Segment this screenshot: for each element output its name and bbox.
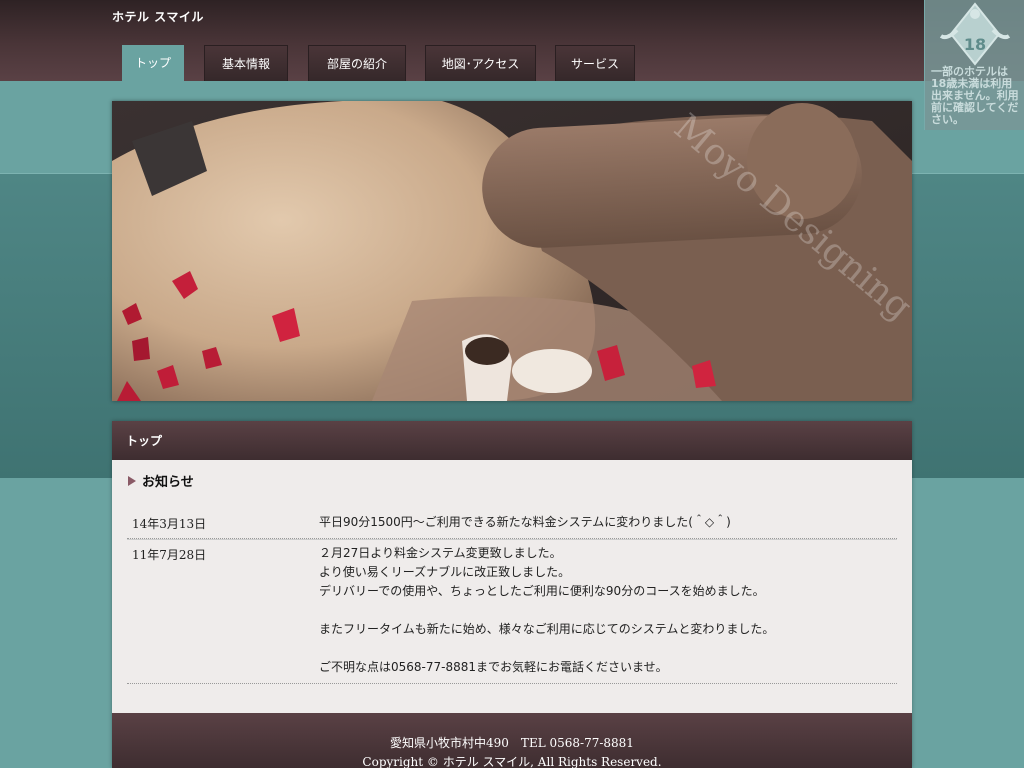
age-restriction-notice: 18 一部のホテルは18歳未満は利用出来ません。利用前に確認してください。 bbox=[924, 0, 1024, 130]
site-header: ホテル スマイル トップ 基本情報 部屋の紹介 地図･アクセス サービス bbox=[0, 0, 1024, 81]
age-notice-text: 一部のホテルは18歳未満は利用出来ません。利用前に確認してください。 bbox=[931, 65, 1019, 126]
age-badge-number: 18 bbox=[964, 35, 986, 54]
news-text: 平日90分1500円〜ご利用できる新たな料金システムに変わりました(＾◇＾) bbox=[319, 515, 731, 529]
news-line: ２月27日より料金システム変更致しました。 bbox=[319, 546, 562, 560]
news-line-blank bbox=[319, 639, 897, 658]
news-section-heading: お知らせ bbox=[128, 471, 194, 490]
news-date: 11年7月28日 bbox=[132, 548, 207, 562]
age-18-restriction-icon: 18 bbox=[939, 2, 1011, 66]
news-body: ２月27日より料金システム変更致しました。 より使い易くリーズナブルに改正致しま… bbox=[319, 540, 897, 677]
news-date: 14年3月13日 bbox=[132, 517, 207, 531]
tab-top[interactable]: トップ bbox=[122, 45, 184, 81]
site-footer: 愛知県小牧市村中490 TEL 0568-77-8881 Copyright ©… bbox=[112, 713, 912, 768]
news-line-blank bbox=[319, 601, 897, 620]
news-section-title: お知らせ bbox=[142, 475, 194, 490]
footer-copyright: Copyright © ホテル スマイル, All Rights Reserve… bbox=[362, 755, 662, 768]
footer-address: 愛知県小牧市村中490 TEL 0568-77-8881 bbox=[390, 736, 634, 750]
site-title[interactable]: ホテル スマイル bbox=[112, 8, 204, 25]
content-header: トップ bbox=[112, 421, 912, 460]
news-item: 11年7月28日 ２月27日より料金システム変更致しました。 より使い易くリーズ… bbox=[127, 539, 897, 684]
triangle-arrow-icon bbox=[128, 475, 136, 486]
tab-services[interactable]: サービス bbox=[555, 45, 635, 81]
news-line: より使い易くリーズナブルに改正致しました。 bbox=[319, 565, 571, 579]
hero-image: Moyo Designing bbox=[112, 101, 912, 401]
tab-basic-info[interactable]: 基本情報 bbox=[204, 45, 288, 81]
news-line: またフリータイムも新たに始め、様々なご利用に応じてのシステムと変わりました。 bbox=[319, 622, 775, 636]
tab-rooms[interactable]: 部屋の紹介 bbox=[308, 45, 406, 81]
news-list: 14年3月13日 平日90分1500円〜ご利用できる新たな料金システムに変わりま… bbox=[127, 511, 897, 684]
tab-map-access[interactable]: 地図･アクセス bbox=[425, 45, 536, 81]
news-item: 14年3月13日 平日90分1500円〜ご利用できる新たな料金システムに変わりま… bbox=[127, 511, 897, 539]
news-line: ご不明な点は0568-77-8881までお気軽にお電話くださいませ。 bbox=[319, 660, 668, 674]
news-line: デリバリーでの使用や、ちょっとしたご利用に便利な90分のコースを始めました。 bbox=[319, 584, 765, 598]
